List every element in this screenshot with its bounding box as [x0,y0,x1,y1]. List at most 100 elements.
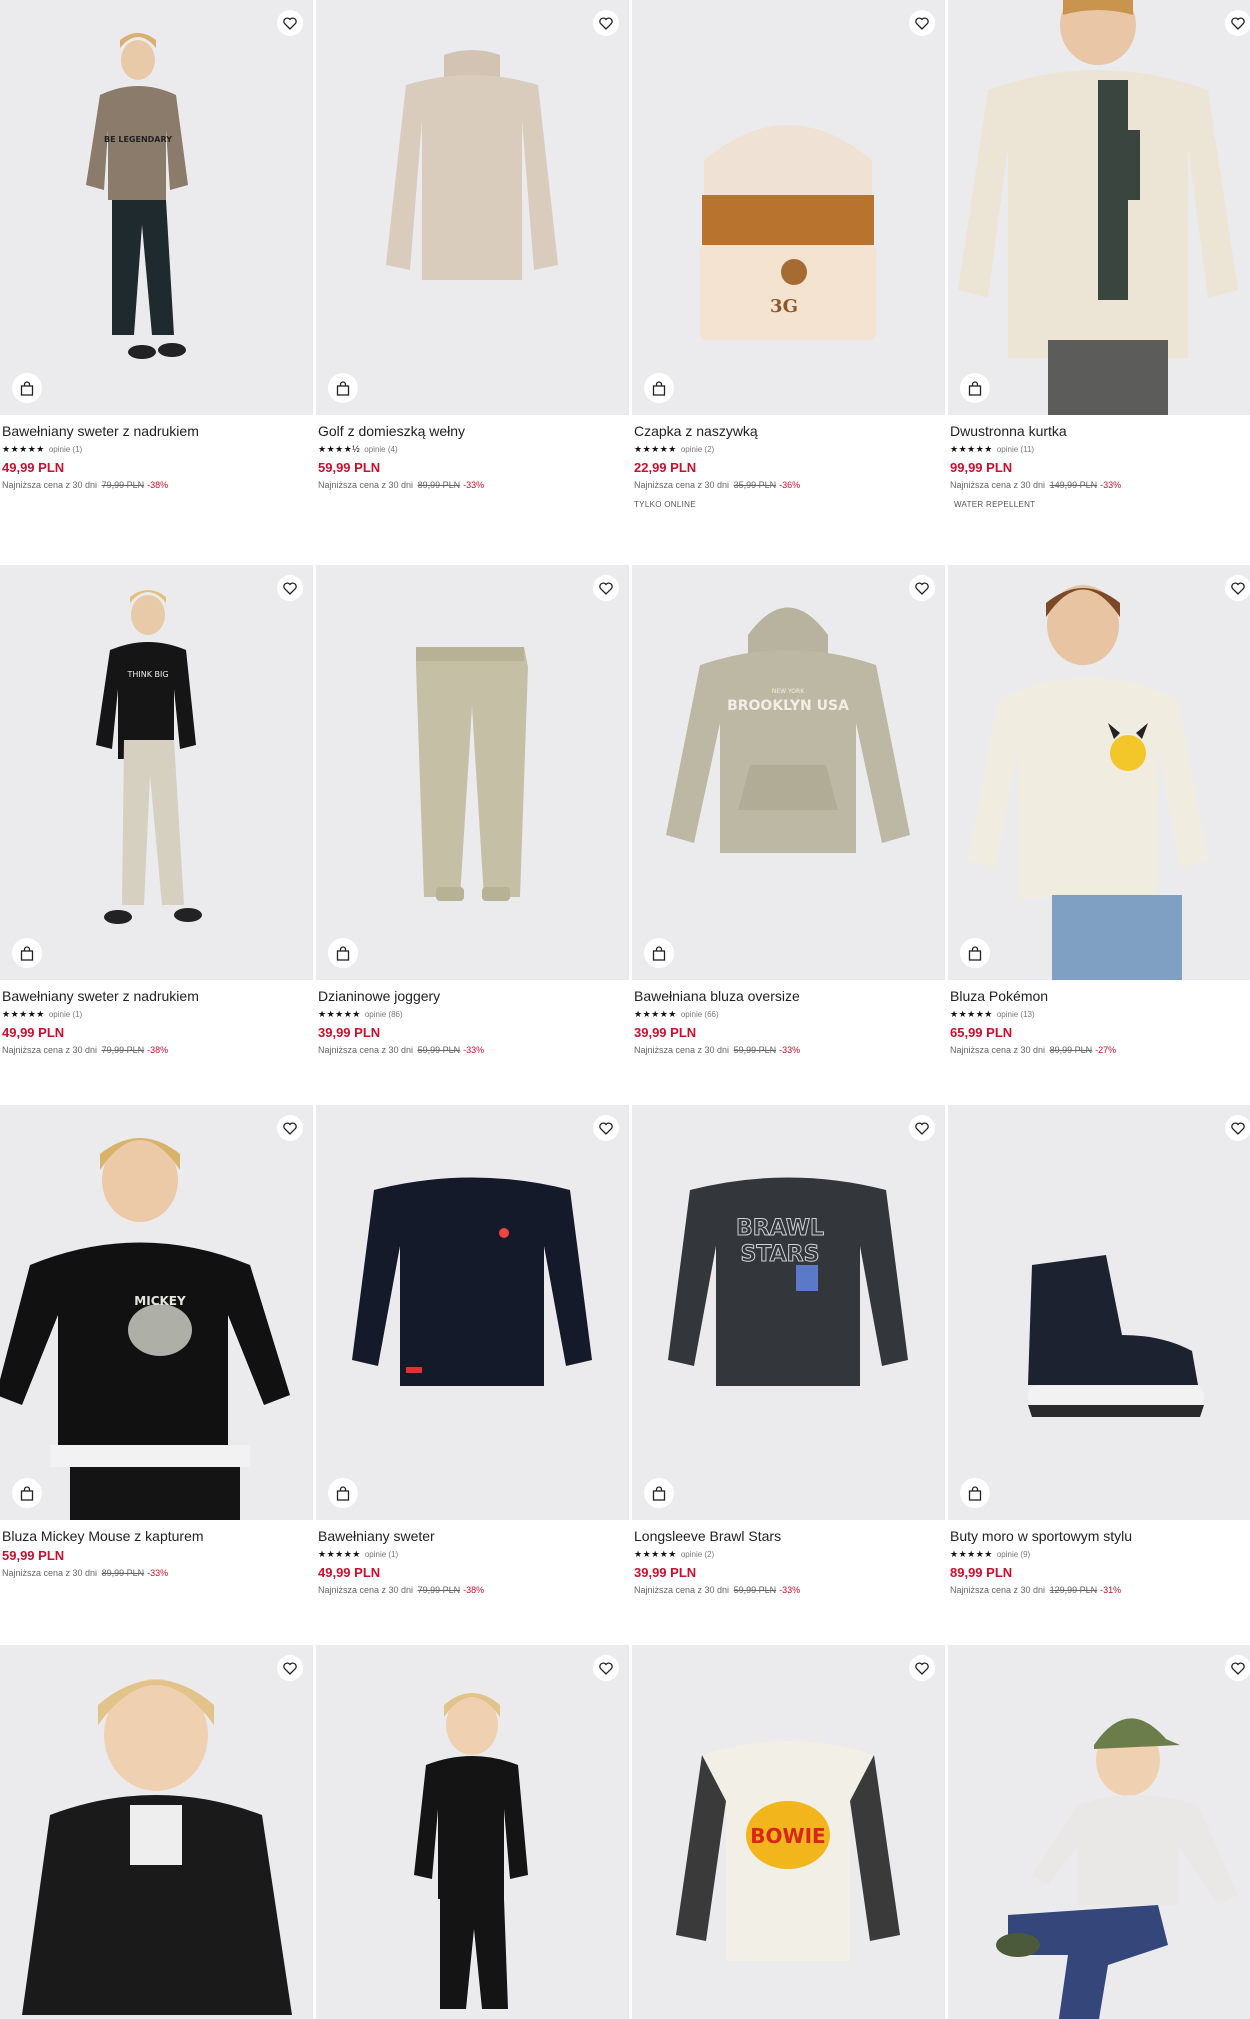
add-to-wishlist-button[interactable] [593,10,619,36]
add-to-wishlist-button[interactable] [1225,1655,1250,1681]
product-card[interactable]: BE LEGENDARY Bawełniany sweter z nadruki… [0,0,313,491]
add-to-cart-button[interactable] [644,373,674,403]
add-to-wishlist-button[interactable] [1225,10,1250,36]
add-to-wishlist-button[interactable] [593,575,619,601]
review-count[interactable]: opinie (1) [365,1549,398,1560]
product-card[interactable] [0,1645,313,2019]
product-image[interactable]: BE LEGENDARY [0,0,313,415]
product-name[interactable]: Bawełniana bluza oversize [634,988,943,1005]
product-name[interactable]: Bluza Mickey Mouse z kapturem [2,1528,311,1545]
product-card[interactable]: Dzianinowe joggery ★★★★★ opinie (86) 39,9… [316,565,629,1056]
review-count[interactable]: opinie (2) [681,1549,714,1560]
add-to-wishlist-button[interactable] [593,1115,619,1141]
product-card[interactable]: MICKEY Bluza Mickey Mouse z kapturem 59,… [0,1105,313,1579]
product-image[interactable]: 3G [632,0,945,415]
product-name[interactable]: Longsleeve Brawl Stars [634,1528,943,1545]
add-to-wishlist-button[interactable] [593,1655,619,1681]
product-name[interactable]: Bawełniany sweter [318,1528,627,1545]
discount-badge: -36% [779,480,801,490]
heart-icon [915,581,929,595]
review-count[interactable]: opinie (13) [997,1009,1035,1020]
product-rating: ★★★★★ opinie (2) [634,1549,943,1560]
review-count[interactable]: opinie (1) [49,1009,82,1020]
lowest-price-label: Najniższa cena z 30 dni [2,1568,98,1578]
product-image[interactable]: BOWIE [632,1645,945,2019]
heart-icon [1231,16,1245,30]
old-price: 59,99 PLN [733,1045,777,1055]
add-to-cart-button[interactable] [644,1478,674,1508]
product-image[interactable] [316,1645,629,2019]
product-name[interactable]: Bawełniany sweter z nadrukiem [2,988,311,1005]
review-count[interactable]: opinie (2) [681,444,714,455]
product-name[interactable]: Golf z domieszką wełny [318,423,627,440]
product-image[interactable] [316,0,629,415]
product-price: 49,99 PLN [318,1565,381,1580]
product-image[interactable] [948,1645,1250,2019]
product-card[interactable]: Golf z domieszką wełny ★★★★½ opinie (4) 5… [316,0,629,491]
review-count[interactable]: opinie (4) [364,444,397,455]
review-count[interactable]: opinie (1) [49,444,82,455]
add-to-wishlist-button[interactable] [277,1115,303,1141]
product-card[interactable]: BROOKLYN USA NEW YORK Bawełniana bluza o… [632,565,945,1056]
product-image[interactable] [0,1645,313,2019]
add-to-cart-button[interactable] [12,373,42,403]
heart-icon [283,16,297,30]
product-card[interactable]: Bluza Pokémon ★★★★★ opinie (13) 65,99 PLN… [948,565,1250,1056]
add-to-wishlist-button[interactable] [277,1655,303,1681]
product-image[interactable]: THINK BIG [0,565,313,980]
product-name[interactable]: Bluza Pokémon [950,988,1250,1005]
product-name[interactable]: Dzianinowe joggery [318,988,627,1005]
old-price: 89,99 PLN [101,1568,145,1578]
product-image[interactable]: MICKEY [0,1105,313,1520]
add-to-cart-button[interactable] [328,373,358,403]
add-to-cart-button[interactable] [12,938,42,968]
review-count[interactable]: opinie (66) [681,1009,719,1020]
product-name[interactable]: Czapka z naszywką [634,423,943,440]
add-to-cart-button[interactable] [960,373,990,403]
product-card[interactable]: Bawełniany sweter ★★★★★ opinie (1) 49,99 … [316,1105,629,1596]
add-to-cart-button[interactable] [328,938,358,968]
product-name[interactable]: Buty moro w sportowym stylu [950,1528,1250,1545]
review-count[interactable]: opinie (9) [997,1549,1030,1560]
product-rating: ★★★★★ opinie (1) [318,1549,627,1560]
add-to-cart-button[interactable] [328,1478,358,1508]
add-to-cart-button[interactable] [644,938,674,968]
add-to-wishlist-button[interactable] [909,575,935,601]
product-card[interactable] [316,1645,629,2019]
product-card[interactable]: Dwustronna kurtka ★★★★★ opinie (11) 99,99… [948,0,1250,509]
add-to-wishlist-button[interactable] [1225,1115,1250,1141]
product-image[interactable] [316,565,629,980]
rating-stars: ★★★★★ [634,1009,677,1019]
product-name[interactable]: Bawełniany sweter z nadrukiem [2,423,311,440]
product-card[interactable]: BRAWL STARS Longsleeve Brawl Stars ★★★★★… [632,1105,945,1596]
product-card[interactable]: 3G Czapka z naszywką ★★★★★ opinie (2) 22,… [632,0,945,509]
add-to-cart-button[interactable] [960,1478,990,1508]
product-card[interactable]: THINK BIG Bawełniany sweter z nadrukiem … [0,565,313,1056]
product-image[interactable] [948,1105,1250,1520]
product-image[interactable]: BRAWL STARS [632,1105,945,1520]
rating-stars: ★★★★★ [2,444,45,454]
product-photo-boy-cap-longsleeve [996,1718,1238,2019]
add-to-cart-button[interactable] [12,1478,42,1508]
add-to-wishlist-button[interactable] [277,10,303,36]
review-count[interactable]: opinie (86) [365,1009,403,1020]
add-to-wishlist-button[interactable] [1225,575,1250,601]
product-image[interactable]: BROOKLYN USA NEW YORK [632,565,945,980]
review-count[interactable]: opinie (11) [997,444,1034,455]
add-to-wishlist-button[interactable] [909,1655,935,1681]
add-to-wishlist-button[interactable] [909,1115,935,1141]
product-image[interactable] [948,0,1250,415]
rating-stars: ★★★★★ [634,1549,677,1559]
product-card[interactable]: Buty moro w sportowym stylu ★★★★★ opinie … [948,1105,1250,1596]
lowest-price-info: Najniższa cena z 30 dni 59,99 PLN -33% [634,1045,943,1056]
add-to-wishlist-button[interactable] [277,575,303,601]
add-to-wishlist-button[interactable] [909,10,935,36]
add-to-cart-button[interactable] [960,938,990,968]
product-image[interactable] [316,1105,629,1520]
product-image[interactable] [948,565,1250,980]
product-card[interactable]: BOWIE [632,1645,945,2019]
heart-icon [599,1661,613,1675]
svg-text:NEW YORK: NEW YORK [772,688,805,695]
product-card[interactable] [948,1645,1250,2019]
product-name[interactable]: Dwustronna kurtka [950,423,1250,440]
